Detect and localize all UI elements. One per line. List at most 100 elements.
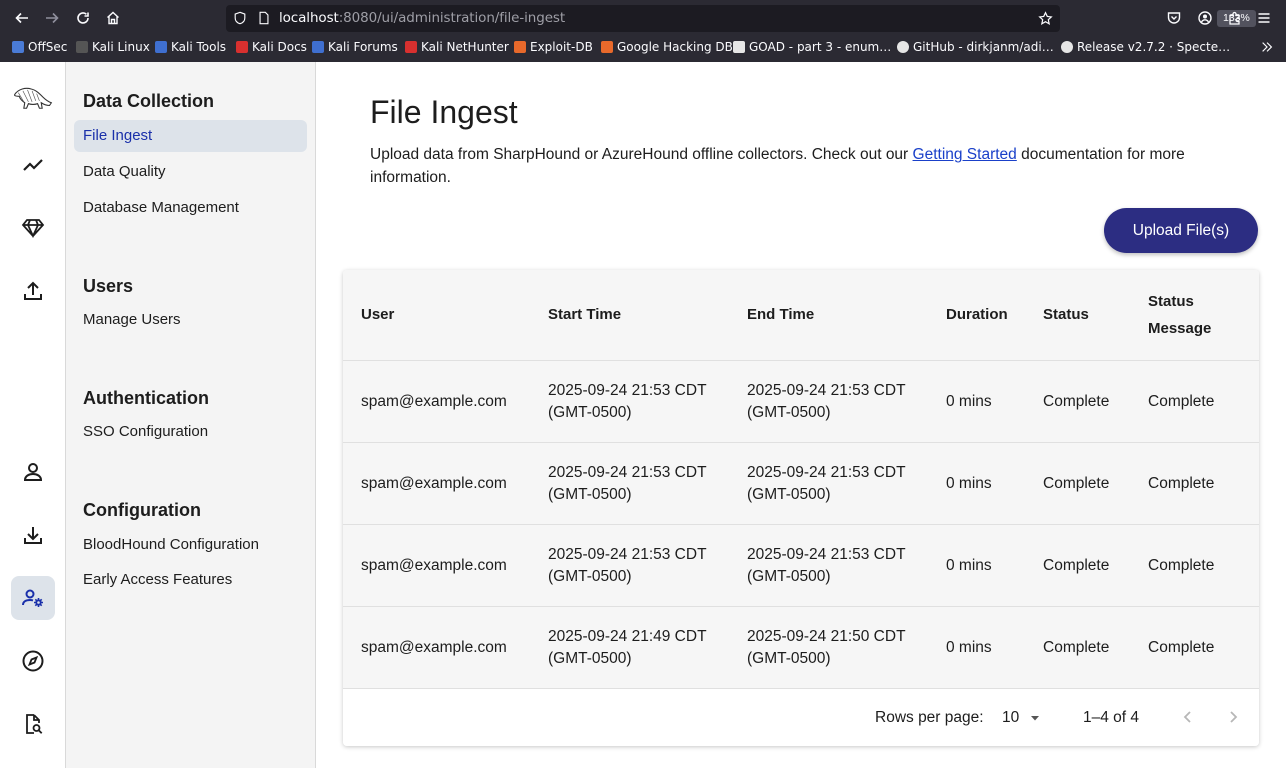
bookmarks-overflow-icon[interactable] — [1260, 40, 1274, 54]
cell-status-message: Complete — [1148, 639, 1215, 656]
page-title: File Ingest — [370, 94, 518, 130]
file-search-icon[interactable] — [11, 702, 55, 746]
github-icon — [1061, 41, 1073, 53]
cell-start-tz: (GMT-0500) — [548, 568, 632, 585]
column-header-status-message[interactable]: Status Message — [1148, 288, 1228, 342]
cell-end-tz: (GMT-0500) — [747, 404, 831, 421]
cell-end-time: 2025-09-24 21:50 CDT — [747, 628, 906, 645]
bookmark-kali-tools[interactable]: Kali Tools — [155, 40, 226, 54]
cell-start-tz: (GMT-0500) — [548, 404, 632, 421]
bookmark-label: Kali Tools — [171, 40, 227, 54]
url-host: localhost — [279, 10, 339, 26]
main-content: File Ingest Upload data from SharpHound … — [316, 62, 1286, 768]
bookmark-kali-forums[interactable]: Kali Forums — [312, 40, 398, 54]
cell-status-message: Complete — [1148, 557, 1215, 574]
bookmark-release[interactable]: Release v2.7.2 · Specte… — [1061, 40, 1230, 54]
subnav-item-database-management[interactable]: Database Management — [74, 192, 307, 224]
download-icon[interactable] — [11, 513, 55, 557]
bookmark-kali-docs[interactable]: Kali Docs — [236, 40, 307, 54]
section-heading-configuration: Configuration — [83, 500, 201, 520]
bookmark-label: Google Hacking DB — [617, 40, 733, 54]
user-settings-icon[interactable] — [11, 576, 55, 620]
rows-per-page-select[interactable]: 10 — [1002, 709, 1041, 727]
extensions-icon[interactable] — [1223, 6, 1247, 30]
cell-user: spam@example.com — [361, 557, 507, 574]
shield-icon[interactable] — [232, 10, 248, 26]
account-icon[interactable] — [1193, 6, 1217, 30]
browser-nav-row: localhost:8080/ui/administration/file-in… — [0, 0, 1286, 36]
subnav-item-file-ingest[interactable]: File Ingest — [74, 120, 307, 152]
bookmark-goad[interactable]: GOAD - part 3 - enum… — [733, 40, 891, 54]
rows-per-page-label: Rows per page: — [875, 709, 984, 726]
column-header-duration[interactable]: Duration — [946, 301, 1008, 328]
rows-per-page-value: 10 — [1002, 709, 1020, 726]
bookmark-label: Kali Linux — [92, 40, 150, 54]
user-icon[interactable] — [11, 450, 55, 494]
bookmark-offsec[interactable]: OffSec — [12, 40, 67, 54]
column-header-status[interactable]: Status — [1043, 301, 1089, 328]
table-pagination: Rows per page: 10 1–4 of 4 — [343, 689, 1259, 746]
pocket-icon[interactable] — [1162, 6, 1186, 30]
back-icon[interactable] — [10, 6, 34, 30]
column-header-user[interactable]: User — [361, 301, 394, 328]
bookmark-exploit-db[interactable]: Exploit-DB — [514, 40, 593, 54]
upload-files-button[interactable]: Upload File(s) — [1104, 208, 1258, 253]
previous-page-icon[interactable] — [1176, 705, 1200, 729]
cell-status: Complete — [1043, 639, 1110, 656]
column-header-start-time[interactable]: Start Time — [548, 301, 621, 328]
cell-user: spam@example.com — [361, 393, 507, 410]
bookmark-label: Exploit-DB — [530, 40, 593, 54]
cell-end-tz: (GMT-0500) — [747, 486, 831, 503]
cell-status-message: Complete — [1148, 393, 1215, 410]
bookmark-label: GOAD - part 3 - enum… — [749, 40, 892, 54]
url-bar[interactable]: localhost:8080/ui/administration/file-in… — [226, 5, 1256, 32]
table-row[interactable]: spam@example.com 2025-09-24 21:53 CDT (G… — [343, 443, 1259, 525]
reload-icon[interactable] — [71, 6, 95, 30]
bookmark-github-adi[interactable]: GitHub - dirkjanm/adi… — [897, 40, 1054, 54]
subnav-item-data-quality[interactable]: Data Quality — [74, 156, 307, 188]
bookmark-google-hacking-db[interactable]: Google Hacking DB — [601, 40, 733, 54]
cell-start-time: 2025-09-24 21:53 CDT — [548, 464, 707, 481]
subnav-item-sso-configuration[interactable]: SSO Configuration — [74, 416, 307, 448]
subnav-item-manage-users[interactable]: Manage Users — [74, 304, 307, 336]
bookmark-label: Kali Docs — [252, 40, 307, 54]
browser-chrome: localhost:8080/ui/administration/file-in… — [0, 0, 1286, 62]
cell-duration: 0 mins — [946, 557, 992, 574]
bookmark-kali-linux[interactable]: Kali Linux — [76, 40, 150, 54]
cell-start-tz: (GMT-0500) — [548, 650, 632, 667]
cell-start-time: 2025-09-24 21:53 CDT — [548, 382, 707, 399]
menu-icon[interactable] — [1252, 6, 1276, 30]
compass-icon[interactable] — [11, 639, 55, 683]
bookmark-favicon-icon — [236, 41, 248, 53]
getting-started-link[interactable]: Getting Started — [913, 146, 1017, 163]
bookmark-favicon-icon — [514, 41, 526, 53]
next-page-icon[interactable] — [1221, 705, 1245, 729]
trend-line-icon[interactable] — [11, 143, 55, 187]
icon-rail — [0, 62, 66, 768]
subnav-item-early-access-features[interactable]: Early Access Features — [74, 564, 307, 596]
bloodhound-logo-icon[interactable] — [9, 78, 57, 122]
ingest-table: User Start Time End Time Duration Status… — [343, 270, 1259, 746]
cell-user: spam@example.com — [361, 639, 507, 656]
pagination-range: 1–4 of 4 — [1083, 709, 1140, 726]
table-row[interactable]: spam@example.com 2025-09-24 21:53 CDT (G… — [343, 525, 1259, 607]
cell-start-time: 2025-09-24 21:49 CDT — [548, 628, 707, 645]
forward-icon[interactable] — [40, 6, 64, 30]
table-row[interactable]: spam@example.com 2025-09-24 21:53 CDT (G… — [343, 361, 1259, 443]
cell-end-tz: (GMT-0500) — [747, 650, 831, 667]
upload-icon[interactable] — [11, 269, 55, 313]
home-icon[interactable] — [101, 6, 125, 30]
column-header-end-time[interactable]: End Time — [747, 301, 814, 328]
bookmark-label: Kali Forums — [328, 40, 398, 54]
cell-status-message: Complete — [1148, 475, 1215, 492]
star-icon[interactable] — [1037, 10, 1053, 26]
url-text[interactable]: localhost:8080/ui/administration/file-in… — [279, 10, 565, 26]
diamond-icon[interactable] — [11, 206, 55, 250]
description-text: Upload data from SharpHound or AzureHoun… — [370, 146, 913, 163]
bookmark-label: Release v2.7.2 · Specte… — [1077, 40, 1231, 54]
section-heading-users: Users — [83, 276, 134, 296]
bookmark-kali-nethunter[interactable]: Kali NetHunter — [405, 40, 509, 54]
page-icon[interactable] — [256, 10, 272, 26]
subnav-item-bloodhound-configuration[interactable]: BloodHound Configuration — [74, 529, 307, 561]
table-row[interactable]: spam@example.com 2025-09-24 21:49 CDT (G… — [343, 607, 1259, 689]
